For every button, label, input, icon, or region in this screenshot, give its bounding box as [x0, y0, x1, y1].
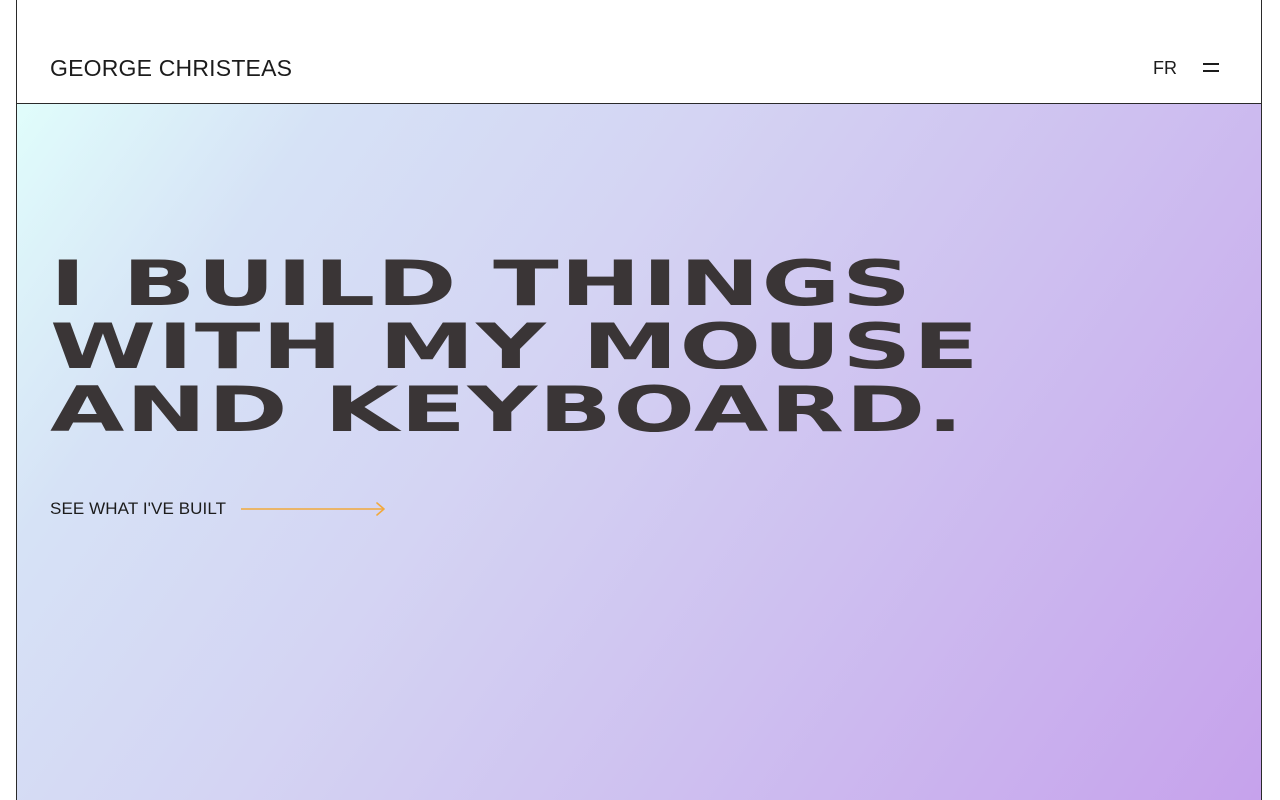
headline-line-1: I BUILD THINGS	[50, 247, 913, 320]
arrow-right-icon	[241, 502, 385, 516]
hero-section: I BUILD THINGS WITH MY MOUSE AND KEYBOAR…	[17, 104, 1261, 800]
hamburger-menu-icon[interactable]	[1203, 60, 1219, 74]
menu-line	[1203, 70, 1219, 72]
headline-line-3: AND KEYBOARD.	[50, 373, 965, 446]
language-switch-link[interactable]: FR	[1153, 58, 1177, 78]
hero-headline: I BUILD THINGS WITH MY MOUSE AND KEYBOAR…	[50, 252, 980, 441]
headline-line-2: WITH MY MOUSE	[50, 310, 981, 383]
site-header: GEORGE CHRISTEAS FR	[17, 0, 1261, 104]
site-logo-link[interactable]: GEORGE CHRISTEAS	[50, 55, 292, 81]
see-work-link[interactable]: SEE WHAT I'VE BUILT	[50, 499, 387, 519]
menu-line	[1203, 63, 1219, 65]
see-work-label: SEE WHAT I'VE BUILT	[50, 499, 227, 518]
page-frame: GEORGE CHRISTEAS FR I BUILD THINGS WITH …	[16, 0, 1262, 800]
